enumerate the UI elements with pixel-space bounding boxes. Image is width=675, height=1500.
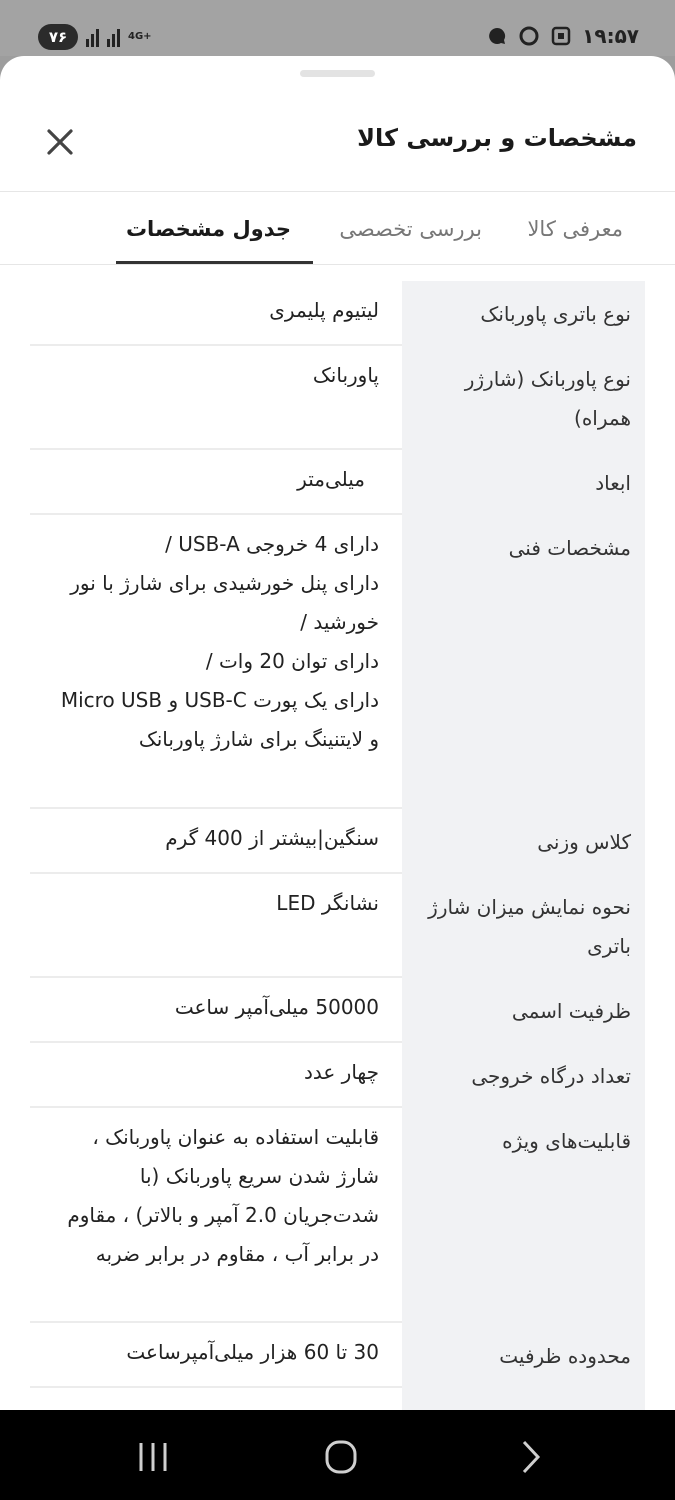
table-row: نحوه نمایش میزان شارژ باتری نشانگر LED (30, 874, 645, 978)
spec-key: نوع پاوربانک (شارژر همراه) (402, 346, 645, 450)
sync-icon (519, 26, 539, 46)
table-row: کلاس وزنی سنگین|بیشتر از 400 گرم (30, 809, 645, 874)
sheet-title: مشخصات و بررسی کالا (357, 124, 637, 152)
spec-key: نوع باتری پاوربانک (402, 281, 645, 346)
spec-value: 30 تا 60 هزار میلی‌آمپرساعت (126, 1340, 379, 1364)
tab-specs[interactable]: جدول مشخصات (126, 217, 291, 241)
table-row: ابعاد میلی‌متر (30, 450, 645, 515)
table-row: قابلیت‌های ویژه قابلیت استفاده به عنوان … (30, 1108, 645, 1323)
close-icon[interactable] (40, 122, 80, 162)
status-bar: ۷۶ 4G+ ۱۹:۵۷ (0, 0, 675, 56)
spec-value: لیتیوم پلیمری (269, 298, 379, 322)
tabs-divider (0, 264, 675, 265)
spec-value: نشانگر LED (276, 891, 379, 915)
spec-key: مشخصات فنی (402, 515, 645, 809)
spec-value: میلی‌متر (297, 467, 365, 491)
tab-bar: معرفی کالا بررسی تخصصی جدول مشخصات (0, 193, 675, 265)
table-row: نوع باتری پاوربانک لیتیوم پلیمری (30, 281, 645, 346)
spec-value: دارای 4 خروجی USB-A / دارای پنل خورشیدی … (60, 532, 379, 751)
recent-apps-icon[interactable] (133, 1440, 173, 1474)
battery-badge: ۷۶ (38, 24, 78, 50)
spec-value: پاوربانک (312, 363, 379, 387)
spec-key-partial (402, 1388, 645, 1410)
sheet-header: مشخصات و بررسی کالا (0, 106, 675, 186)
spec-value: چهار عدد (303, 1060, 379, 1084)
clock: ۱۹:۵۷ (582, 24, 639, 48)
table-row: مشخصات فنی دارای 4 خروجی USB-A / دارای پ… (30, 515, 645, 809)
bottom-sheet: مشخصات و بررسی کالا معرفی کالا بررسی تخص… (0, 56, 675, 1410)
screenshot-icon (551, 26, 571, 46)
spec-value: سنگین|بیشتر از 400 گرم (165, 826, 379, 850)
spec-key: کلاس وزنی (402, 809, 645, 874)
signal-icon (86, 27, 99, 47)
signal-icon-2 (107, 27, 120, 47)
home-icon[interactable] (321, 1440, 361, 1474)
table-row: نوع پاوربانک (شارژر همراه) پاوربانک (30, 346, 645, 450)
spec-key: قابلیت‌های ویژه (402, 1108, 645, 1323)
chat-icon (489, 27, 506, 44)
navigation-bar (0, 1410, 675, 1500)
spec-value: 50000 میلی‌آمپر ساعت (174, 995, 379, 1019)
spec-key: تعداد درگاه خروجی (402, 1043, 645, 1108)
spec-key: ظرفیت اسمی (402, 978, 645, 1043)
tab-expert-review[interactable]: بررسی تخصصی (339, 217, 482, 241)
network-type: 4G+ (128, 31, 152, 42)
spec-key: نحوه نمایش میزان شارژ باتری (402, 874, 645, 978)
table-row: ظرفیت اسمی 50000 میلی‌آمپر ساعت (30, 978, 645, 1043)
drag-handle[interactable] (300, 70, 375, 77)
table-row: محدوده ظرفیت 30 تا 60 هزار میلی‌آمپرساعت (30, 1323, 645, 1388)
status-left: ۷۶ 4G+ (38, 24, 152, 50)
spec-value: قابلیت استفاده به عنوان پاوربانک ، شارژ … (67, 1125, 379, 1266)
status-right: ۱۹:۵۷ (486, 24, 639, 48)
spec-key: ابعاد (402, 450, 645, 515)
back-icon[interactable] (510, 1440, 550, 1474)
spec-key: محدوده ظرفیت (402, 1323, 645, 1388)
tab-intro[interactable]: معرفی کالا (527, 217, 623, 241)
table-row (30, 1388, 645, 1410)
table-row: تعداد درگاه خروجی چهار عدد (30, 1043, 645, 1108)
header-divider (0, 191, 675, 192)
